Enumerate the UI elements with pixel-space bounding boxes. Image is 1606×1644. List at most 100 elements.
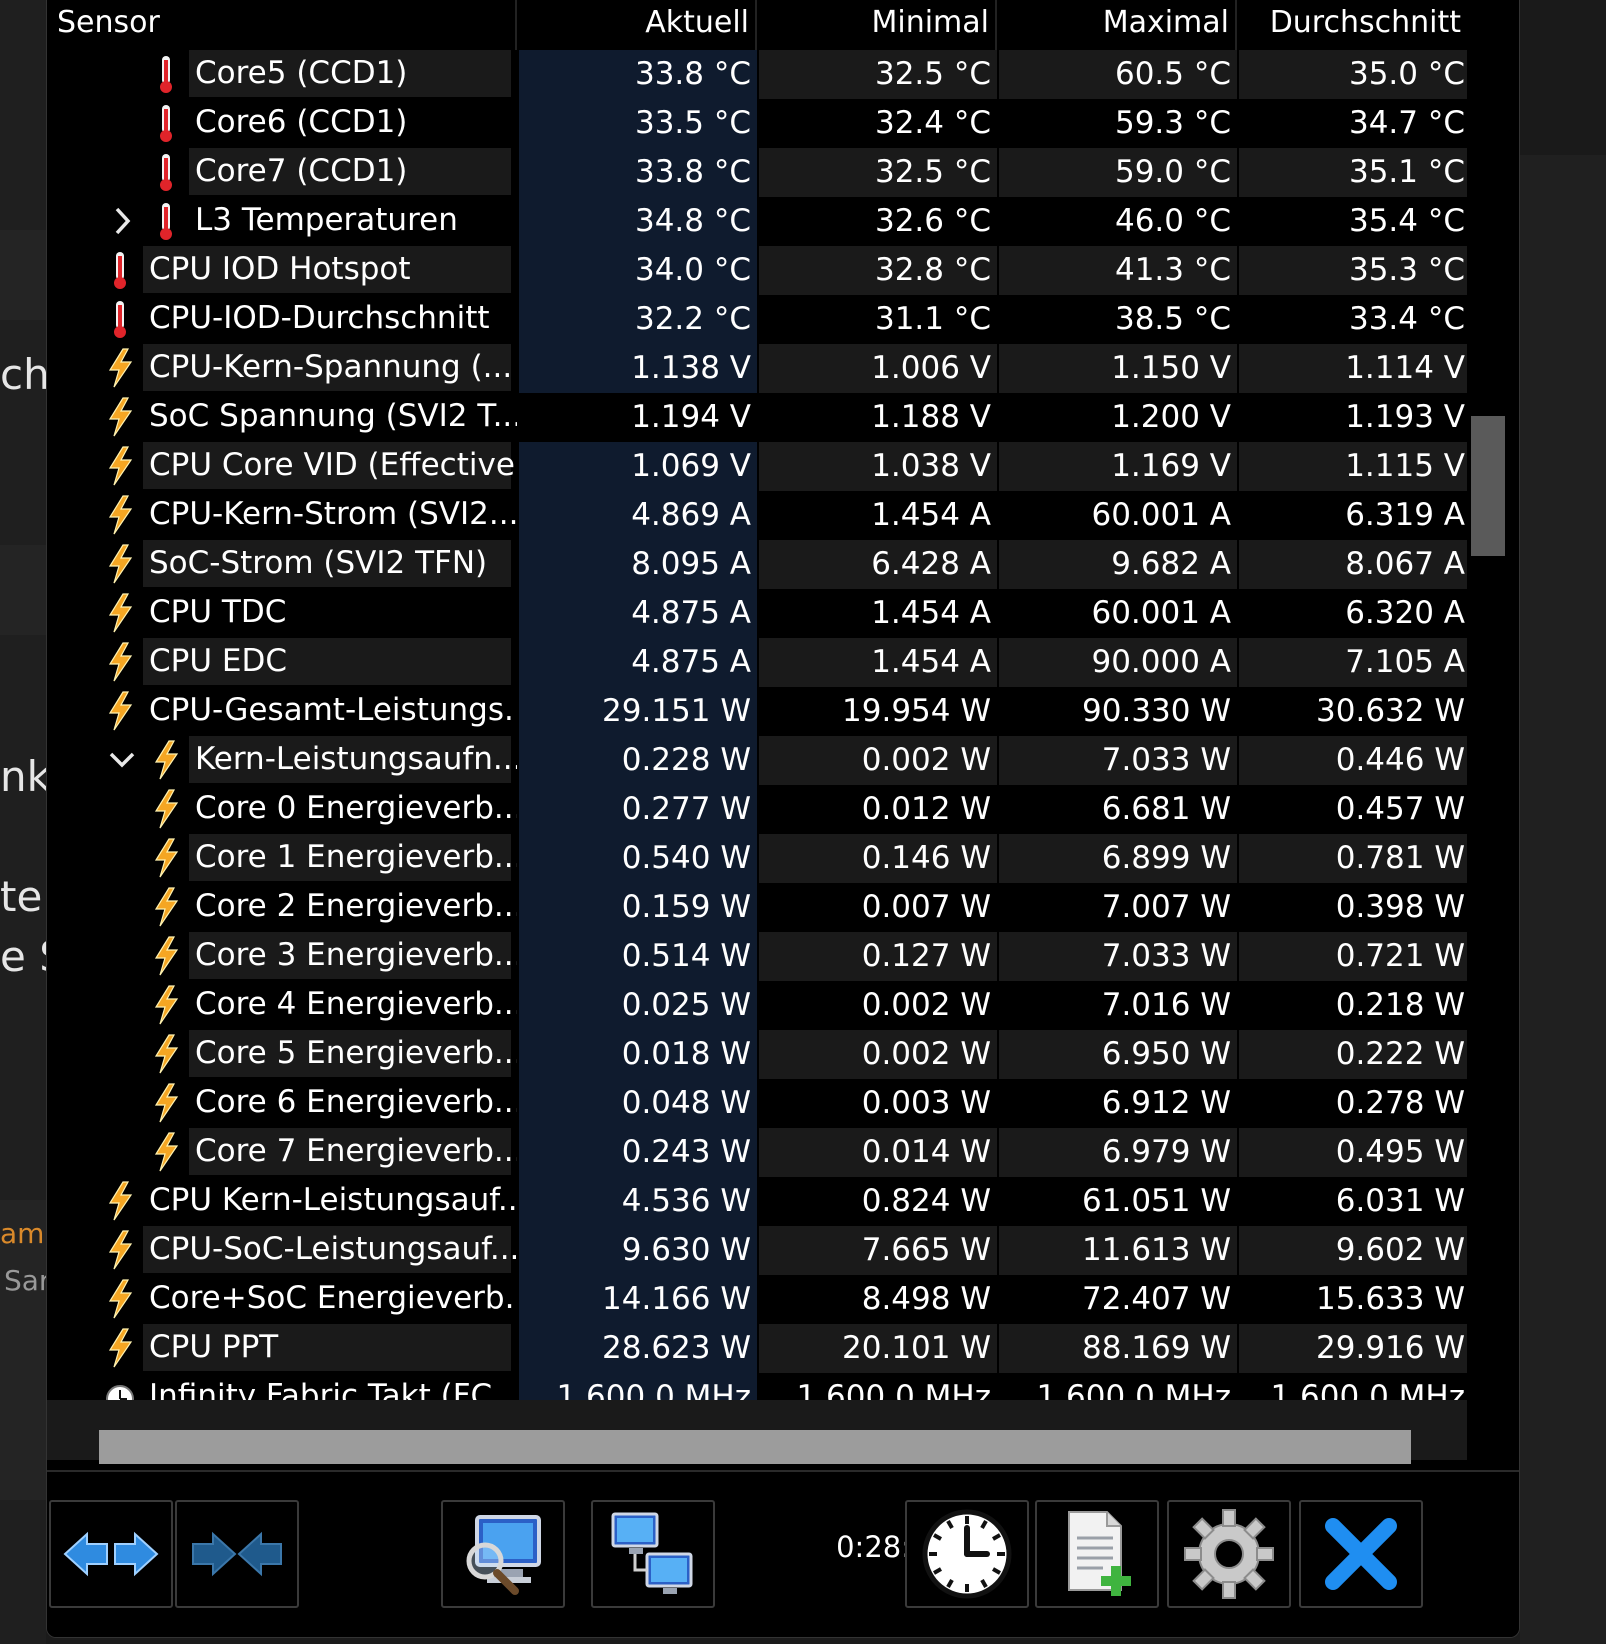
sensor-cell: Core 0 Energieverb...: [47, 785, 517, 834]
background-window-right: [1520, 0, 1606, 1644]
horizontal-scrollbar-thumb[interactable]: [99, 1430, 1411, 1464]
reset-timer-button[interactable]: [905, 1500, 1029, 1608]
minimum-value: 0.824 W: [757, 1177, 997, 1226]
table-row[interactable]: SoC Spannung (SVI2 T... 1.194 V 1.188 V 1.2…: [47, 393, 1467, 442]
average-value: 15.633 W: [1237, 1275, 1467, 1324]
maximum-value: 9.682 A: [997, 540, 1237, 589]
current-value: 9.630 W: [517, 1226, 757, 1275]
table-row[interactable]: L3 Temperaturen 34.8 °C 32.6 °C 46.0 °C 35.4…: [47, 197, 1467, 246]
column-header-current[interactable]: Aktuell: [517, 0, 757, 50]
lightning-icon: [108, 1279, 133, 1319]
table-row[interactable]: CPU Core VID (Effective) 1.069 V 1.038 V 1.…: [47, 442, 1467, 491]
table-row[interactable]: Core 6 Energieverb... 0.048 W 0.003 W 6.912…: [47, 1079, 1467, 1128]
table-row[interactable]: CPU PPT 28.623 W 20.101 W 88.169 W 29.916 W: [47, 1324, 1467, 1373]
minimum-value: 0.014 W: [757, 1128, 997, 1177]
network-status-button[interactable]: [591, 1500, 715, 1608]
start-logging-button[interactable]: [1035, 1500, 1159, 1608]
sensor-label: CPU Core VID (Effective): [143, 442, 517, 489]
lightning-icon: [108, 1181, 133, 1221]
table-row[interactable]: SoC-Strom (SVI2 TFN) 8.095 A 6.428 A 9.682 …: [47, 540, 1467, 589]
thermometer-icon: [160, 105, 172, 142]
bottom-toolbar: 0:28:59: [47, 1470, 1519, 1637]
table-row[interactable]: CPU EDC 4.875 A 1.454 A 90.000 A 7.105 A: [47, 638, 1467, 687]
thermometer-icon: [160, 56, 172, 93]
table-row[interactable]: CPU-SoC-Leistungsauf... 9.630 W 7.665 W 11.…: [47, 1226, 1467, 1275]
maximum-value: 61.051 W: [997, 1177, 1237, 1226]
column-header-average[interactable]: Durchschnitt: [1237, 0, 1467, 50]
sensor-cell: Core 7 Energieverb...: [47, 1128, 517, 1177]
maximum-value: 90.330 W: [997, 687, 1237, 736]
table-row[interactable]: CPU TDC 4.875 A 1.454 A 60.001 A 6.320 A: [47, 589, 1467, 638]
table-row[interactable]: Core 4 Energieverb... 0.025 W 0.002 W 7.016…: [47, 981, 1467, 1030]
maximum-value: 1.200 V: [997, 393, 1237, 442]
table-row[interactable]: CPU Kern-Leistungsauf... 4.536 W 0.824 W 61…: [47, 1177, 1467, 1226]
sensor-label: Core7 (CCD1): [189, 148, 511, 195]
maximum-value: 11.613 W: [997, 1226, 1237, 1275]
current-value: 33.8 °C: [517, 50, 757, 99]
table-row[interactable]: Core 2 Energieverb... 0.159 W 0.007 W 7.007…: [47, 883, 1467, 932]
table-row[interactable]: CPU-Kern-Spannung (... 1.138 V 1.006 V 1.15…: [47, 344, 1467, 393]
lightning-icon: [108, 593, 133, 633]
table-row[interactable]: Core 7 Energieverb... 0.243 W 0.014 W 6.979…: [47, 1128, 1467, 1177]
maximum-value: 6.681 W: [997, 785, 1237, 834]
maximum-value: 38.5 °C: [997, 295, 1237, 344]
table-row[interactable]: CPU-Gesamt-Leistungs... 29.151 W 19.954 W9…: [47, 687, 1467, 736]
lightning-icon: [108, 348, 133, 388]
maximum-value: 41.3 °C: [997, 246, 1237, 295]
collapse-all-button[interactable]: [175, 1500, 299, 1608]
table-row[interactable]: Core5 (CCD1) 33.8 °C 32.5 °C 60.5 °C 35.0 °C: [47, 50, 1467, 99]
maximum-value: 60.5 °C: [997, 50, 1237, 99]
vertical-scrollbar[interactable]: [1467, 50, 1519, 1400]
table-row[interactable]: Core 0 Energieverb... 0.277 W 0.012 W 6.681…: [47, 785, 1467, 834]
sensor-label: CPU PPT: [143, 1324, 511, 1371]
average-value: 0.218 W: [1237, 981, 1467, 1030]
table-row[interactable]: Core 3 Energieverb... 0.514 W 0.127 W 7.033…: [47, 932, 1467, 981]
average-value: 30.632 W: [1237, 687, 1467, 736]
lightning-icon: [154, 1083, 179, 1123]
minimum-value: 0.012 W: [757, 785, 997, 834]
close-button[interactable]: [1299, 1500, 1423, 1608]
current-value: 0.048 W: [517, 1079, 757, 1128]
minimum-value: 0.002 W: [757, 981, 997, 1030]
sensor-status-button[interactable]: [441, 1500, 565, 1608]
table-row[interactable]: Core7 (CCD1) 33.8 °C 32.5 °C 59.0 °C 35.1 °C: [47, 148, 1467, 197]
expand-all-button[interactable]: [49, 1500, 173, 1608]
chevron-down-icon[interactable]: [107, 742, 137, 778]
maximum-value: 46.0 °C: [997, 197, 1237, 246]
table-row[interactable]: Core 1 Energieverb... 0.540 W 0.146 W 6.899…: [47, 834, 1467, 883]
current-value: 0.228 W: [517, 736, 757, 785]
table-row[interactable]: Core+SoC Energieverb... 14.166 W 8.498 W 72…: [47, 1275, 1467, 1324]
sensor-cell: CPU EDC: [47, 638, 517, 687]
average-value: 1.115 V: [1237, 442, 1467, 491]
average-value: 0.446 W: [1237, 736, 1467, 785]
table-row[interactable]: Core 5 Energieverb... 0.018 W 0.002 W 6.950…: [47, 1030, 1467, 1079]
maximum-value: 90.000 A: [997, 638, 1237, 687]
table-row[interactable]: CPU-IOD-Durchschnitt 32.2 °C 31.1 °C 38.5 °…: [47, 295, 1467, 344]
sensor-label: CPU Kern-Leistungsauf...: [143, 1177, 517, 1224]
current-value: 0.243 W: [517, 1128, 757, 1177]
maximum-value: 7.016 W: [997, 981, 1237, 1030]
table-row[interactable]: Kern-Leistungsaufn... 0.228 W 0.002 W 7.033…: [47, 736, 1467, 785]
sensor-cell: Core 2 Energieverb...: [47, 883, 517, 932]
vertical-scrollbar-thumb[interactable]: [1471, 416, 1505, 556]
settings-button[interactable]: [1167, 1500, 1291, 1608]
column-header-maximum[interactable]: Maximal: [997, 0, 1237, 50]
minimum-value: 1.454 A: [757, 589, 997, 638]
lightning-icon: [108, 642, 133, 682]
minimum-value: 32.5 °C: [757, 148, 997, 197]
table-row[interactable]: Core6 (CCD1) 33.5 °C 32.4 °C 59.3 °C 34.7 °C: [47, 99, 1467, 148]
background-text: nk v: [0, 752, 46, 801]
close-x-icon: [1325, 1518, 1397, 1590]
table-row[interactable]: CPU IOD Hotspot 34.0 °C 32.8 °C 41.3 °C 35.3…: [47, 246, 1467, 295]
table-row[interactable]: CPU-Kern-Strom (SVI2... 4.869 A 1.454 A 60.…: [47, 491, 1467, 540]
thermometer-icon: [160, 154, 172, 191]
chevron-right-icon[interactable]: [107, 203, 137, 239]
sensor-cell: CPU-SoC-Leistungsauf...: [47, 1226, 517, 1275]
thermometer-icon: [114, 301, 126, 338]
background-window: ch nk v te e S amir Sar: [0, 0, 46, 1644]
sensor-cell: Core 6 Energieverb...: [47, 1079, 517, 1128]
background-band: [0, 545, 46, 635]
column-header-sensor[interactable]: Sensor: [47, 0, 517, 50]
sensor-cell: SoC-Strom (SVI2 TFN): [47, 540, 517, 589]
column-header-minimum[interactable]: Minimal: [757, 0, 997, 50]
